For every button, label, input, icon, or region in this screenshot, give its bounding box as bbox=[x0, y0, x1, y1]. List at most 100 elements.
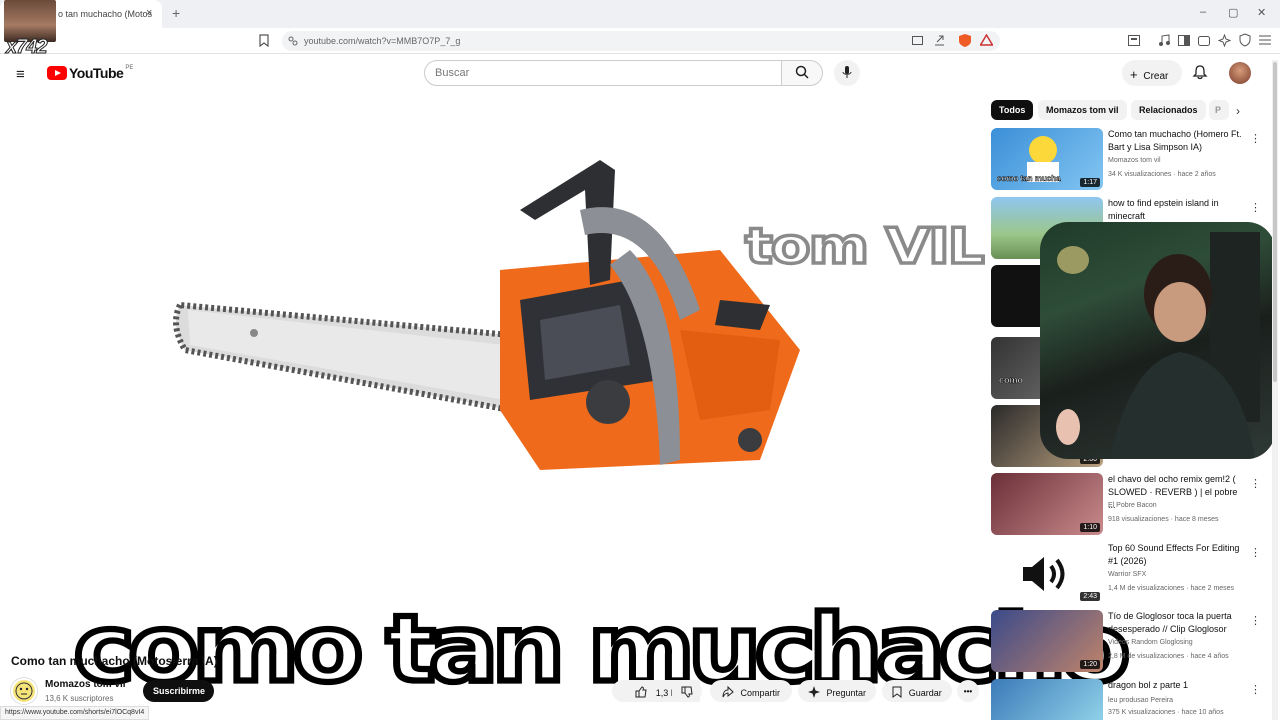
video-player[interactable]: tom VIL como tan muchacho bbox=[0, 100, 1134, 706]
wallet-icon[interactable] bbox=[1198, 34, 1210, 46]
page-scrollbar-thumb[interactable] bbox=[1273, 62, 1277, 382]
media-controls-icon[interactable] bbox=[1158, 34, 1170, 46]
notifications-bell-icon[interactable] bbox=[1192, 64, 1208, 80]
window-close-icon[interactable]: ✕ bbox=[1257, 6, 1266, 19]
search-button[interactable] bbox=[781, 60, 823, 86]
related-title-9[interactable]: dragon bol z parte 1 bbox=[1108, 679, 1243, 692]
voice-search-button[interactable] bbox=[834, 60, 860, 86]
related-thumb-8[interactable]: 1:20 bbox=[991, 610, 1103, 672]
related-menu-icon[interactable]: ⋮ bbox=[1250, 546, 1261, 559]
duration-badge: 1:20 bbox=[1080, 660, 1100, 669]
streamer-webcam-overlay bbox=[1040, 222, 1275, 459]
leo-ai-icon[interactable] bbox=[1218, 34, 1231, 47]
thumbs-up-icon bbox=[635, 686, 647, 698]
tab-title: o tan muchacho (Motos bbox=[58, 9, 153, 19]
share-page-icon[interactable] bbox=[934, 35, 945, 46]
chip-todos[interactable]: Todos bbox=[991, 100, 1034, 120]
related-channel-9[interactable]: leu produsao Pereira bbox=[1108, 697, 1173, 704]
site-settings-icon[interactable] bbox=[288, 36, 298, 46]
chip-partial[interactable]: P bbox=[1209, 100, 1229, 120]
plus-icon: + bbox=[1130, 67, 1138, 82]
brave-shield-icon[interactable] bbox=[958, 33, 972, 48]
video-title: Como tan muchacho (Motosierra IA) bbox=[11, 654, 218, 668]
subscribe-button[interactable]: Suscribirme bbox=[143, 680, 214, 702]
related-title-8[interactable]: Tío de Gloglosor toca la puerta desesper… bbox=[1108, 610, 1243, 636]
cast-icon[interactable] bbox=[912, 36, 923, 46]
channel-avatar-face-icon bbox=[15, 682, 33, 700]
duration-badge: 1:10 bbox=[1080, 523, 1100, 532]
chainsaw-image bbox=[173, 160, 800, 470]
overlay-channel-watermark: tom VIL bbox=[743, 215, 987, 276]
tab-close-icon[interactable]: × bbox=[146, 7, 152, 19]
browser-tab-bar: o tan muchacho (Motos × + – ▢ ✕ bbox=[0, 0, 1280, 28]
rewards-triangle-icon[interactable] bbox=[980, 34, 993, 46]
url-field[interactable]: youtube.com/watch?v=MMB7O7P_7_g bbox=[282, 31, 1000, 51]
bookmark-icon[interactable] bbox=[259, 34, 269, 47]
youtube-logo[interactable]: YouTube PE bbox=[47, 65, 133, 81]
youtube-play-icon bbox=[47, 66, 67, 80]
related-meta-8: 2,8 M de visualizaciones · hace 4 años bbox=[1108, 653, 1229, 660]
thumb-caption: como tan mucha bbox=[997, 174, 1061, 184]
reading-list-icon[interactable] bbox=[1178, 35, 1190, 46]
related-meta-1: 34 K visualizaciones · hace 2 años bbox=[1108, 171, 1216, 178]
save-bookmark-icon bbox=[892, 686, 902, 698]
channel-name[interactable]: Momazos tom vil bbox=[45, 679, 126, 690]
ask-button[interactable]: Preguntar bbox=[798, 680, 876, 702]
duration-badge: 1:17 bbox=[1080, 178, 1100, 187]
related-thumb-1[interactable]: como tan mucha 1:17 bbox=[991, 128, 1103, 190]
new-tab-icon[interactable]: + bbox=[172, 5, 180, 21]
vpn-shield-icon[interactable] bbox=[1239, 33, 1251, 47]
sparkle-icon bbox=[807, 686, 820, 698]
related-thumb-7[interactable]: 2:43 bbox=[991, 542, 1103, 604]
thumbs-down-icon bbox=[681, 686, 693, 698]
dislike-button[interactable] bbox=[672, 680, 702, 702]
search-input[interactable]: Buscar bbox=[424, 60, 782, 86]
hamburger-menu-icon[interactable]: ≡ bbox=[16, 66, 25, 83]
related-title-1[interactable]: Como tan muchacho (Homero Ft. Bart y Lis… bbox=[1108, 128, 1243, 154]
save-button[interactable]: Guardar bbox=[882, 680, 952, 702]
status-bar-url: https://www.youtube.com/shorts/ei7lOCq8v… bbox=[0, 706, 150, 720]
related-channel-7[interactable]: Warrior SFX bbox=[1108, 571, 1146, 578]
related-menu-icon[interactable]: ⋮ bbox=[1250, 132, 1261, 145]
related-title-7[interactable]: Top 60 Sound Effects For Editing #1 (202… bbox=[1108, 542, 1243, 568]
maximize-icon[interactable]: ▢ bbox=[1228, 6, 1238, 19]
related-meta-7: 1,4 M de visualizaciones · hace 2 meses bbox=[1108, 585, 1235, 592]
minimize-icon[interactable]: – bbox=[1200, 6, 1206, 18]
more-actions-button[interactable]: ••• bbox=[957, 680, 979, 702]
url-text: youtube.com/watch?v=MMB7O7P_7_g bbox=[304, 36, 461, 46]
save-label: Guardar bbox=[908, 688, 942, 698]
chip-momazos[interactable]: Momazos tom vil bbox=[1038, 100, 1127, 120]
browser-menu-icon[interactable] bbox=[1259, 35, 1271, 45]
speaker-icon bbox=[1023, 557, 1065, 591]
user-avatar[interactable] bbox=[1229, 62, 1251, 84]
related-meta-6: 918 visualizaciones · hace 8 meses bbox=[1108, 516, 1219, 523]
related-thumb-6[interactable]: 1:10 bbox=[991, 473, 1103, 535]
related-title-2[interactable]: how to find epstein island in minecraft bbox=[1108, 197, 1243, 223]
thumb-caption: como bbox=[999, 375, 1024, 386]
share-arrow-icon bbox=[722, 685, 734, 698]
related-menu-icon[interactable]: ⋮ bbox=[1250, 683, 1261, 696]
create-button[interactable]: + Crear bbox=[1122, 60, 1182, 86]
share-button[interactable]: Compartir bbox=[710, 680, 792, 702]
related-channel-1[interactable]: Momazos tom vil bbox=[1108, 157, 1161, 164]
chip-relacionados[interactable]: Relacionados bbox=[1131, 100, 1206, 120]
search-icon bbox=[795, 65, 809, 79]
related-menu-icon[interactable]: ⋮ bbox=[1250, 614, 1261, 627]
youtube-logo-text: YouTube bbox=[69, 65, 124, 81]
create-label: Crear bbox=[1143, 71, 1169, 82]
related-channel-8[interactable]: Videos Random Gloglosing bbox=[1108, 639, 1193, 646]
channel-avatar[interactable] bbox=[11, 678, 37, 704]
related-meta-9: 375 K visualizaciones · hace 10 años bbox=[1108, 709, 1224, 716]
microphone-icon bbox=[842, 66, 852, 78]
address-bar-row: youtube.com/watch?v=MMB7O7P_7_g bbox=[0, 28, 1280, 54]
related-menu-icon[interactable]: ⋮ bbox=[1250, 477, 1261, 490]
related-channel-6[interactable]: El Pobre Bacon bbox=[1108, 502, 1157, 509]
sidebar-toggle-icon[interactable] bbox=[1128, 35, 1140, 46]
overlay-counter: x742 bbox=[6, 36, 48, 59]
chips-next-arrow-icon[interactable]: › bbox=[1236, 104, 1240, 118]
ask-label: Preguntar bbox=[826, 688, 867, 698]
related-thumb-9[interactable] bbox=[991, 679, 1103, 720]
share-label: Compartir bbox=[740, 688, 781, 698]
duration-badge: 2:43 bbox=[1080, 592, 1100, 601]
related-menu-icon[interactable]: ⋮ bbox=[1250, 201, 1261, 214]
